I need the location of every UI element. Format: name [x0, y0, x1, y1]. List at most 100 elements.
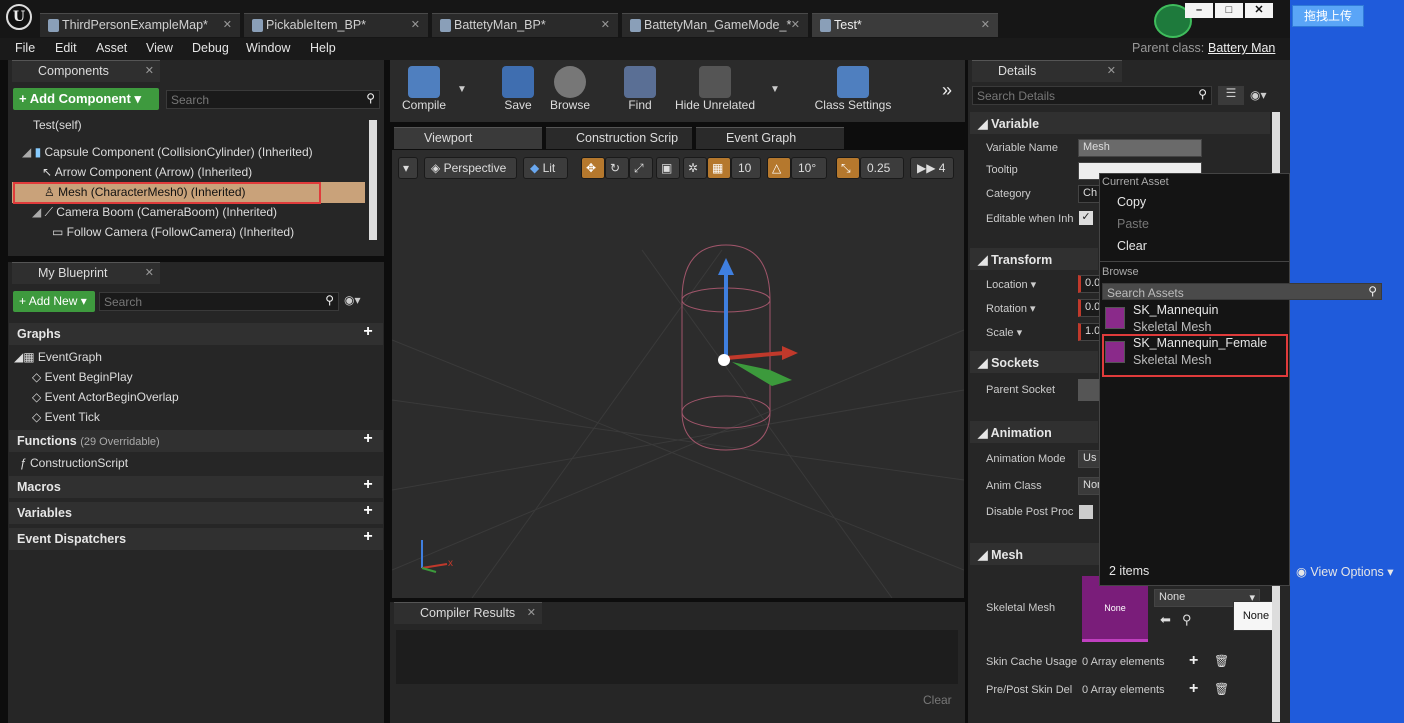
- functions-section[interactable]: Functions (29 Overridable) +: [9, 430, 383, 452]
- menu-debug[interactable]: Debug: [192, 41, 229, 55]
- tree-item-capsule[interactable]: ◢ ▮ Capsule Component (CollisionCylinder…: [22, 145, 313, 159]
- asset-sk-mannequin-female[interactable]: SK_Mannequin_Female: [1133, 336, 1267, 350]
- variable-section[interactable]: ◢ Variable: [970, 112, 1270, 134]
- compiler-results-tab[interactable]: Compiler Results ✕: [394, 602, 542, 624]
- close-icon[interactable]: ✕: [145, 64, 154, 77]
- rotation-snap-icon[interactable]: △: [767, 157, 791, 179]
- menu-help[interactable]: Help: [310, 41, 336, 55]
- asset-sk-mannequin[interactable]: SK_Mannequin: [1133, 303, 1218, 317]
- browse-asset-icon[interactable]: ⚲: [1182, 612, 1192, 628]
- close-icon[interactable]: ✕: [527, 606, 536, 619]
- viewport-options-icon[interactable]: ▾: [398, 157, 418, 179]
- add-icon[interactable]: +: [361, 431, 375, 447]
- event-beginplay-item[interactable]: ◇ Event BeginPlay: [32, 370, 133, 384]
- location-label[interactable]: Location ▾: [986, 278, 1036, 291]
- asset-search-field[interactable]: Search Assets ⚲: [1102, 283, 1382, 300]
- add-icon[interactable]: +: [1189, 652, 1198, 670]
- doc-tab-pickable[interactable]: PickableItem_BP* ✕: [244, 13, 428, 37]
- add-icon[interactable]: +: [1189, 680, 1198, 698]
- menu-window[interactable]: Window: [246, 41, 290, 55]
- maximize-icon[interactable]: □: [1215, 3, 1243, 18]
- menu-view[interactable]: View: [146, 41, 173, 55]
- view-options-button[interactable]: ◉ View Options ▾: [1296, 564, 1394, 579]
- location-x-input[interactable]: 0.0: [1078, 275, 1100, 293]
- add-new-button[interactable]: + Add New ▾: [13, 291, 95, 312]
- category-input[interactable]: Ch: [1078, 185, 1100, 203]
- close-icon[interactable]: ✕: [145, 266, 154, 279]
- components-search-input[interactable]: Search ⚲: [166, 90, 380, 109]
- rotation-label[interactable]: Rotation ▾: [986, 302, 1036, 315]
- sockets-section[interactable]: ◢ Sockets: [970, 351, 1098, 373]
- scale-label[interactable]: Scale ▾: [986, 326, 1022, 339]
- tree-item-mesh[interactable]: ♙ Mesh (CharacterMesh0) (Inherited): [44, 185, 246, 199]
- compile-options-icon[interactable]: ▼: [457, 84, 467, 95]
- rotation-x-input[interactable]: 0.0: [1078, 299, 1100, 317]
- use-selected-icon[interactable]: ⬅: [1160, 612, 1171, 628]
- close-window-icon[interactable]: ✕: [1245, 3, 1273, 18]
- close-icon[interactable]: ✕: [981, 18, 990, 31]
- eye-icon[interactable]: ◉▾: [1250, 88, 1267, 102]
- clear-button[interactable]: Clear: [923, 693, 952, 707]
- class-settings-button[interactable]: Class Settings: [810, 62, 896, 120]
- doc-tab-test[interactable]: Test* ✕: [812, 13, 998, 37]
- parent-socket-field[interactable]: [1078, 379, 1100, 401]
- tab-event-graph[interactable]: Event Graph: [696, 127, 844, 149]
- tab-construction-script[interactable]: Construction Scrip: [546, 127, 692, 149]
- tab-viewport[interactable]: Viewport: [394, 127, 542, 149]
- hide-unrelated-button[interactable]: Hide Unrelated: [672, 62, 758, 120]
- doc-tab-gamemode[interactable]: BattetyMan_GameMode_* ✕: [622, 13, 808, 37]
- surface-snap-icon[interactable]: ✲: [683, 157, 707, 179]
- editable-checkbox[interactable]: ✓: [1079, 211, 1093, 225]
- upload-button[interactable]: 拖拽上传: [1292, 5, 1364, 27]
- minimize-icon[interactable]: –: [1185, 3, 1213, 18]
- animation-mode-select[interactable]: Us: [1078, 450, 1100, 468]
- viewport[interactable]: x: [391, 150, 965, 599]
- tree-item-camera-boom[interactable]: ◢ ⟋ Camera Boom (CameraBoom) (Inherited): [32, 205, 277, 220]
- details-search-input[interactable]: Search Details ⚲: [972, 86, 1212, 105]
- animation-section[interactable]: ◢ Animation: [970, 421, 1098, 443]
- add-icon[interactable]: +: [361, 529, 375, 545]
- event-dispatchers-section[interactable]: Event Dispatchers +: [9, 528, 383, 550]
- details-tab[interactable]: Details ✕: [972, 60, 1122, 82]
- construction-script-item[interactable]: ƒ ConstructionScript: [20, 456, 128, 470]
- blueprint-search-input[interactable]: Search ⚲: [99, 292, 339, 311]
- scale-snap-icon[interactable]: ⤡: [836, 157, 860, 179]
- copy-menu-item[interactable]: Copy: [1117, 195, 1146, 209]
- close-icon[interactable]: ✕: [223, 18, 232, 31]
- add-component-button[interactable]: + Add Component ▾: [13, 88, 159, 110]
- close-icon[interactable]: ✕: [601, 18, 610, 31]
- variables-section[interactable]: Variables +: [9, 502, 383, 524]
- disable-post-checkbox[interactable]: [1079, 505, 1093, 519]
- scale-x-input[interactable]: 1.0: [1078, 323, 1100, 341]
- list-view-icon[interactable]: ☰: [1218, 86, 1244, 105]
- trash-icon[interactable]: 🗑: [1214, 682, 1229, 696]
- find-button[interactable]: Find: [608, 62, 672, 120]
- my-blueprint-tab[interactable]: My Blueprint ✕: [12, 262, 160, 284]
- hide-unrelated-options-icon[interactable]: ▼: [770, 84, 780, 95]
- variable-name-input[interactable]: Mesh: [1078, 139, 1202, 157]
- transform-section[interactable]: ◢ Transform: [970, 248, 1098, 270]
- perspective-button[interactable]: ◈ Perspective: [424, 157, 517, 179]
- parent-class-link[interactable]: Battery Man: [1208, 41, 1275, 55]
- compile-button[interactable]: Compile: [392, 62, 456, 120]
- tree-item-self[interactable]: Test(self): [33, 118, 82, 132]
- close-icon[interactable]: ✕: [411, 18, 420, 31]
- scale-icon[interactable]: ⤢: [629, 157, 653, 179]
- scale-snap-value[interactable]: 0.25: [860, 157, 904, 179]
- macros-section[interactable]: Macros +: [9, 476, 383, 498]
- add-icon[interactable]: +: [361, 324, 375, 340]
- trash-icon[interactable]: 🗑: [1214, 654, 1229, 668]
- close-icon[interactable]: ✕: [1107, 64, 1116, 77]
- event-tick-item[interactable]: ◇ Event Tick: [32, 410, 100, 424]
- anim-class-select[interactable]: Non: [1078, 477, 1103, 495]
- browse-button[interactable]: Browse: [538, 62, 602, 120]
- eye-icon[interactable]: ◉▾: [344, 293, 361, 307]
- lit-button[interactable]: ◆ Lit: [523, 157, 568, 179]
- clear-menu-item[interactable]: Clear: [1117, 239, 1147, 253]
- close-icon[interactable]: ✕: [791, 18, 800, 31]
- camera-speed-button[interactable]: ▶▶ 4: [910, 157, 954, 179]
- grid-size-value[interactable]: 10: [731, 157, 761, 179]
- world-local-icon[interactable]: ▣: [656, 157, 680, 179]
- event-graph-item[interactable]: ◢▦ EventGraph: [14, 350, 102, 364]
- rotation-snap-value[interactable]: 10°: [791, 157, 827, 179]
